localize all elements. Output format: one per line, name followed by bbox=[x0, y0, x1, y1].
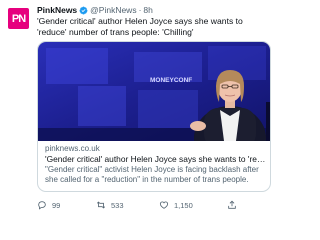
card-description: "Gender critical" activist Helen Joyce i… bbox=[45, 165, 259, 184]
card-body: pinknews.co.uk 'Gender critical' author … bbox=[45, 144, 267, 185]
author-name[interactable]: PinkNews bbox=[37, 5, 77, 15]
verified-badge-icon bbox=[79, 6, 88, 14]
card-image: MONEYCONF bbox=[38, 42, 270, 141]
separator-dot: · bbox=[138, 5, 142, 15]
tweet-actions: 99 533 1,150 bbox=[37, 200, 277, 214]
reply-icon bbox=[38, 201, 46, 210]
like-count: 1,150 bbox=[174, 200, 193, 210]
share-button[interactable] bbox=[227, 200, 242, 210]
author-handle[interactable]: @PinkNews bbox=[90, 5, 136, 15]
retweet-button[interactable]: 533 bbox=[96, 200, 124, 210]
share-icon bbox=[228, 200, 236, 209]
card-title: 'Gender critical' author Helen Joyce say… bbox=[45, 154, 267, 164]
reply-count: 99 bbox=[52, 200, 61, 210]
image-sign-text: MONEYCONF bbox=[150, 77, 192, 84]
tweet-header: PinkNews @PinkNews · 8h bbox=[37, 5, 153, 15]
tweet-text: 'Gender critical' author Helen Joyce say… bbox=[37, 16, 243, 37]
heart-icon bbox=[159, 201, 169, 209]
reply-button[interactable]: 99 bbox=[37, 200, 60, 210]
like-button[interactable]: 1,150 bbox=[159, 200, 193, 210]
retweet-count: 533 bbox=[111, 200, 124, 210]
link-card[interactable]: MONEYCONF pinknews.co.uk 'Gender critica… bbox=[37, 41, 271, 192]
avatar[interactable]: PN bbox=[8, 8, 29, 29]
card-domain: pinknews.co.uk bbox=[45, 144, 100, 153]
retweet-icon bbox=[96, 201, 106, 209]
tweet-timestamp[interactable]: 8h bbox=[143, 5, 152, 15]
